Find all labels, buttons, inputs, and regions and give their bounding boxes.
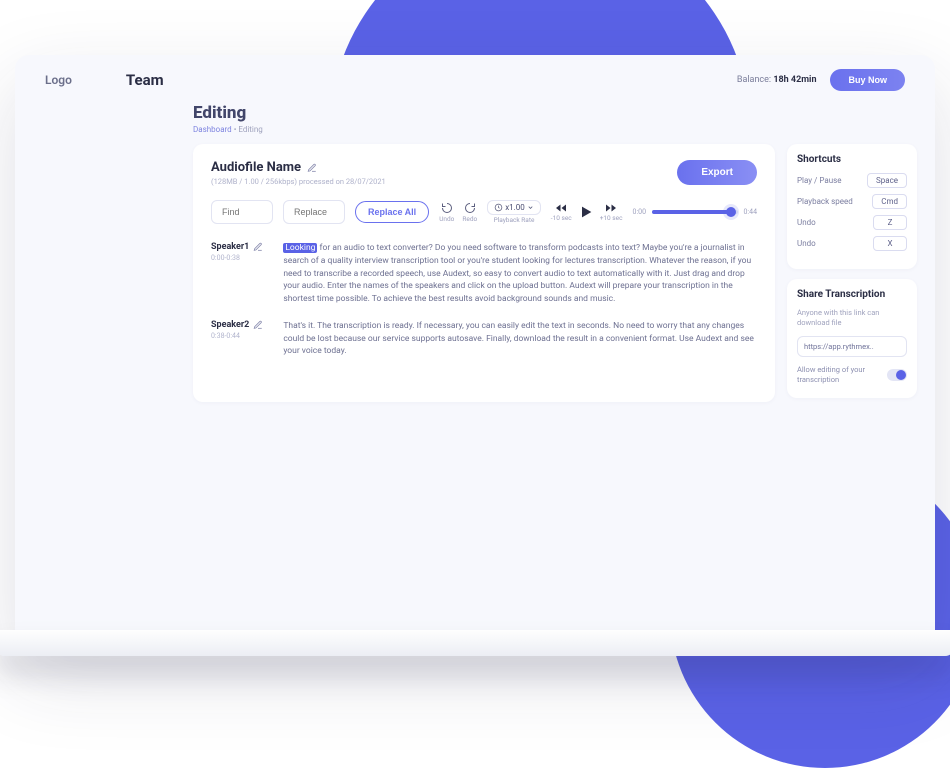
shortcuts-title: Shortcuts (797, 154, 907, 165)
redo-label: Redo (462, 215, 477, 223)
speaker-name[interactable]: Speaker1 (211, 242, 263, 252)
time-current: 0:00 (633, 208, 647, 216)
shortcut-key: Cmd (872, 194, 907, 209)
clock-icon (494, 203, 503, 212)
shortcut-row: Undo Z (797, 215, 907, 230)
team-name: Team (126, 71, 164, 89)
play-icon[interactable] (578, 204, 594, 220)
speaker-time: 0:38-0:44 (211, 332, 263, 340)
shortcut-label: Play / Pause (797, 176, 841, 185)
rewind-label: -10 sec (551, 214, 572, 222)
shortcut-row: Undo X (797, 236, 907, 251)
playback-rate-label: Playback Rate (494, 216, 535, 224)
breadcrumb-dashboard[interactable]: Dashboard (193, 125, 232, 134)
speaker-time: 0:00-0:38 (211, 254, 263, 262)
export-button[interactable]: Export (677, 160, 757, 185)
shortcut-key: X (873, 236, 907, 251)
share-subtitle: Anyone with this link can download file (797, 308, 907, 328)
breadcrumb-current: Editing (238, 125, 262, 134)
undo-icon[interactable] (441, 202, 453, 214)
app-window: Logo Team Balance: 18h 42min Buy Now Edi… (15, 55, 935, 645)
undo-label: Undo (439, 215, 454, 223)
topbar: Logo Team Balance: 18h 42min Buy Now (15, 55, 935, 95)
shortcut-row: Playback speed Cmd (797, 194, 907, 209)
shortcut-label: Undo (797, 218, 816, 227)
highlight: Looking (283, 243, 317, 253)
transcript-text[interactable]: Looking for an audio to text converter? … (283, 242, 757, 306)
edit-icon[interactable] (253, 320, 263, 330)
edit-icon[interactable] (307, 163, 317, 173)
speaker-name[interactable]: Speaker2 (211, 320, 263, 330)
seek-bar[interactable]: 0:00 0:44 (633, 208, 757, 216)
forward-icon[interactable] (604, 202, 618, 214)
balance-value: 18h 42min (773, 75, 816, 85)
share-title: Share Transcription (797, 289, 907, 300)
logo: Logo (45, 73, 72, 87)
chevron-down-icon (527, 204, 534, 211)
file-name: Audiofile Name (211, 160, 386, 175)
editor-card: Audiofile Name (128MB / 1.00 / 256kbps) … (193, 144, 775, 402)
toolbar: Replace All Undo Redo x1.00 (211, 200, 757, 224)
shortcut-row: Play / Pause Space (797, 173, 907, 188)
shortcut-label: Playback speed (797, 197, 853, 206)
replace-all-button[interactable]: Replace All (355, 201, 429, 223)
buy-now-button[interactable]: Buy Now (830, 69, 905, 91)
allow-editing-toggle[interactable] (887, 369, 907, 381)
shortcuts-card: Shortcuts Play / Pause Space Playback spee… (787, 144, 917, 269)
allow-editing-label: Allow editing of your transcription (797, 365, 881, 385)
transcript-text[interactable]: That's it. The transcription is ready. I… (283, 320, 757, 358)
laptop-base (0, 630, 950, 656)
shortcut-label: Undo (797, 239, 816, 248)
redo-icon[interactable] (464, 202, 476, 214)
find-input[interactable] (211, 200, 273, 224)
sidebar: Shortcuts Play / Pause Space Playback spee… (787, 144, 917, 402)
share-card: Share Transcription Anyone with this lin… (787, 279, 917, 398)
time-total: 0:44 (744, 208, 758, 216)
shortcut-key: Space (867, 173, 907, 188)
seek-fill (652, 210, 731, 214)
playback-rate-select[interactable]: x1.00 (487, 200, 541, 215)
transcript: Speaker1 0:00-0:38 Looking for an audio t… (211, 242, 757, 358)
page-title: Editing (193, 103, 935, 123)
breadcrumb: Dashboard • Editing (193, 125, 935, 134)
transcript-row: Speaker2 0:38-0:44 That's it. The transcr… (211, 320, 757, 358)
balance-label: Balance: 18h 42min (737, 75, 817, 85)
replace-input[interactable] (283, 200, 345, 224)
shortcut-key: Z (873, 215, 907, 230)
rewind-icon[interactable] (554, 202, 568, 214)
seek-track[interactable] (652, 210, 737, 214)
file-meta: (128MB / 1.00 / 256kbps) processed on 28… (211, 177, 386, 186)
edit-icon[interactable] (253, 242, 263, 252)
page-header: Editing Dashboard • Editing (15, 95, 935, 134)
transcript-row: Speaker1 0:00-0:38 Looking for an audio t… (211, 242, 757, 306)
seek-thumb[interactable] (726, 207, 736, 217)
forward-label: +10 sec (600, 214, 623, 222)
share-url-field[interactable]: https://app.rythmex.. (797, 336, 907, 357)
